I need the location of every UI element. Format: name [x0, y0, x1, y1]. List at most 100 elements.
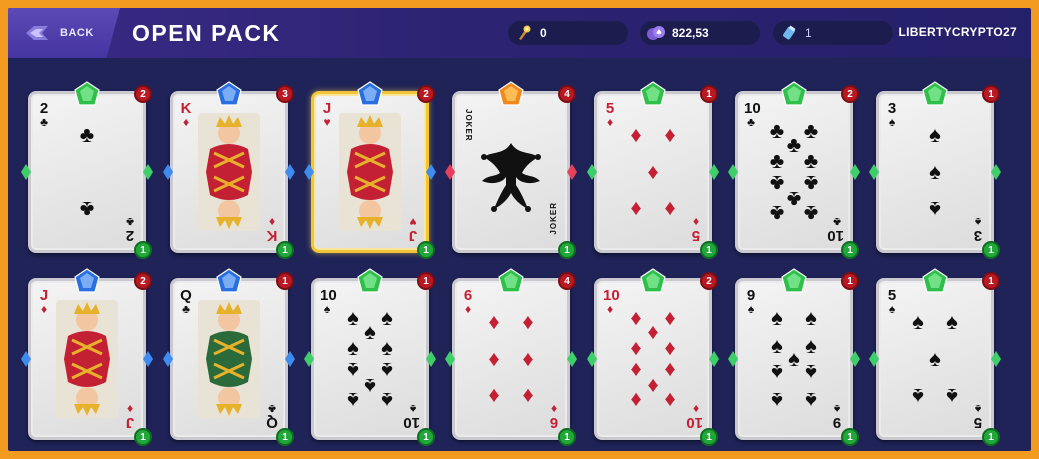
card-rank: 5 ♠ — [973, 402, 983, 431]
side-gem-icon — [587, 351, 597, 367]
card-rank: K ♦ — [180, 100, 192, 129]
rarity-gem-icon — [780, 81, 808, 107]
face-card-art — [333, 109, 407, 235]
torch-counter: 0 — [508, 21, 628, 45]
suit-pip: ♦ — [630, 388, 642, 413]
coin-value: 822,53 — [672, 26, 709, 40]
count-badge: 1 — [276, 428, 294, 446]
card[interactable]: 10 ♣ 10 ♣ ♣ ♣ ♣ ♣ ♣ ♣ ♣ ♣ ♣ ♣ 2 1 — [728, 81, 860, 259]
level-badge: 1 — [700, 85, 718, 103]
suit-pip: ♣ — [803, 201, 819, 226]
level-badge: 1 — [982, 85, 1000, 103]
side-gem-icon — [285, 351, 295, 367]
count-badge: 1 — [982, 241, 1000, 259]
card-rank: 5 ♠ — [887, 287, 897, 316]
card[interactable]: J ♦ J ♦ 2 1 — [21, 268, 153, 446]
card-rank: Q ♣ — [180, 287, 192, 316]
count-badge: 1 — [134, 241, 152, 259]
rarity-gem-icon — [215, 81, 243, 107]
card[interactable]: 6 ♦ 6 ♦ ♦ ♦ ♦ ♦ ♦ ♦ 4 1 — [445, 268, 577, 446]
card[interactable]: 9 ♠ 9 ♠ ♠ ♠ ♠ ♠ ♠ ♠ ♠ ♠ ♠ 1 1 — [728, 268, 860, 446]
card[interactable]: 3 ♠ 3 ♠ ♠ ♠ ♠ 1 1 — [869, 81, 1001, 259]
suit-pip: ♠ — [912, 309, 924, 334]
suit-pip: ♦ — [630, 335, 642, 360]
level-badge: 2 — [700, 272, 718, 290]
suit-pip: ♦ — [664, 335, 676, 360]
rarity-gem-icon — [73, 268, 101, 294]
count-badge: 1 — [417, 241, 435, 259]
suit-pip: ♠ — [929, 346, 941, 371]
card[interactable]: Q ♣ Q ♣ 1 1 — [163, 268, 295, 446]
level-badge: 1 — [982, 272, 1000, 290]
username[interactable]: LIBERTYCRYPTO27 — [898, 25, 1017, 39]
level-badge: 2 — [841, 85, 859, 103]
suit-pip: ♦ — [630, 122, 642, 147]
card-rank: J ♦ — [39, 287, 49, 316]
torch-value: 0 — [540, 26, 547, 40]
card-rank: 10 ♣ — [827, 215, 844, 244]
side-gem-icon — [567, 351, 577, 367]
rarity-gem-icon — [780, 268, 808, 294]
face-card-art — [192, 296, 266, 422]
torch-icon — [514, 23, 534, 43]
joker-label: JOKER — [464, 109, 473, 142]
side-gem-icon — [426, 164, 436, 180]
card-rank: 2 ♣ — [125, 215, 135, 244]
suit-pip: ♠ — [946, 309, 958, 334]
svg-text:♠: ♠ — [655, 28, 662, 37]
card-rank: 10 ♠ — [403, 402, 420, 431]
card-rank: 3 ♠ — [887, 100, 897, 129]
side-gem-icon — [991, 164, 1001, 180]
side-gem-icon — [709, 164, 719, 180]
card-rank: 5 ♦ — [691, 215, 701, 244]
suit-pip: ♣ — [79, 122, 95, 147]
card[interactable]: 10 ♦ 10 ♦ ♦ ♦ ♦ ♦ ♦ ♦ ♦ ♦ ♦ ♦ 2 1 — [587, 268, 719, 446]
coin-counter: ♠ 822,53 — [640, 21, 760, 45]
rarity-gem-icon — [497, 81, 525, 107]
suit-pip: ♣ — [769, 201, 785, 226]
fish-logo-icon — [26, 26, 48, 40]
side-gem-icon — [567, 164, 577, 180]
count-badge: 1 — [558, 241, 576, 259]
side-gem-icon — [143, 351, 153, 367]
rarity-gem-icon — [215, 268, 243, 294]
spades-coin-icon: ♠ — [646, 23, 666, 43]
card[interactable]: J ♥ J ♥ 2 1 — [304, 81, 436, 259]
suit-pip: ♦ — [488, 309, 500, 334]
suit-pip: ♠ — [381, 335, 393, 360]
card[interactable]: 5 ♠ 5 ♠ ♠ ♠ ♠ ♠ ♠ 1 1 — [869, 268, 1001, 446]
level-badge: 1 — [276, 272, 294, 290]
side-gem-icon — [304, 351, 314, 367]
suit-pip: ♦ — [522, 309, 534, 334]
back-button[interactable]: BACK — [8, 8, 120, 58]
card-pips: ♣ ♣ ♣ ♣ ♣ ♣ ♣ ♣ ♣ ♣ — [757, 117, 831, 227]
potion-value: 1 — [805, 26, 812, 40]
count-badge: 1 — [700, 428, 718, 446]
rarity-gem-icon — [639, 268, 667, 294]
card[interactable]: K ♦ K ♦ 3 1 — [163, 81, 295, 259]
card-rank: 9 ♠ — [832, 402, 842, 431]
card-pips: ♠ ♠ ♠ ♠ ♠ — [898, 304, 972, 414]
suit-pip: ♠ — [347, 335, 359, 360]
potion-icon — [779, 23, 799, 43]
card[interactable]: 10 ♠ 10 ♠ ♠ ♠ ♠ ♠ ♠ ♠ ♠ ♠ ♠ ♠ 1 1 — [304, 268, 436, 446]
page-title: OPEN PACK — [132, 20, 281, 46]
card-pips: ♦ ♦ ♦ ♦ ♦ ♦ — [474, 304, 548, 414]
level-badge: 1 — [417, 272, 435, 290]
card-pips: ♠ ♠ ♠ — [898, 117, 972, 227]
card-rank: J ♦ — [125, 402, 135, 431]
suit-pip: ♣ — [803, 148, 819, 173]
suit-pip: ♣ — [79, 197, 95, 222]
card-rank: Q ♣ — [266, 402, 278, 431]
side-gem-icon — [869, 351, 879, 367]
suit-pip: ♠ — [805, 360, 817, 385]
side-gem-icon — [869, 164, 879, 180]
card-rank: 10 ♣ — [744, 100, 761, 129]
count-badge: 1 — [982, 428, 1000, 446]
card[interactable]: 2 ♣ 2 ♣ ♣ ♣ 2 1 — [21, 81, 153, 259]
card[interactable]: 5 ♦ 5 ♦ ♦ ♦ ♦ ♦ ♦ 1 1 — [587, 81, 719, 259]
card-pips: ♣ ♣ — [50, 117, 124, 227]
card[interactable]: JOKER JOKER 4 1 — [445, 81, 577, 259]
face-card-art — [192, 109, 266, 235]
card-grid: 2 ♣ 2 ♣ ♣ ♣ 2 1 K ♦ K ♦ 3 1 J ♥ J ♥ 21 JOKER JOKER 4 1 5 ♦ 5 ♦ ♦… — [8, 66, 1031, 451]
